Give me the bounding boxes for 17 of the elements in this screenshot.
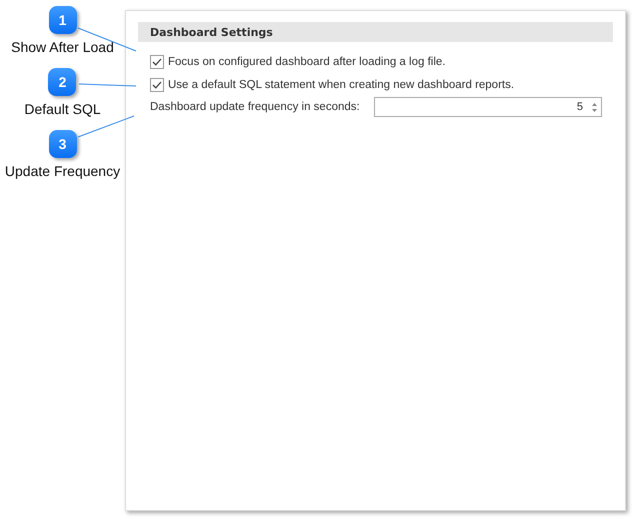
checkbox-label[interactable]: Use a default SQL statement when creating new dashboard reports. (168, 79, 514, 91)
checkbox-label[interactable]: Focus on configured dashboard after loading a log file. (168, 56, 446, 68)
callout-label: Update Frequency (4, 163, 120, 179)
frequency-label: Dashboard update frequency in seconds: (150, 101, 361, 113)
number-badge: 3 (48, 130, 76, 158)
frequency-spinner[interactable]: 5 (374, 97, 602, 117)
leader-line (78, 116, 134, 138)
leader-line (78, 84, 136, 86)
callout-label: Show After Load (11, 39, 114, 55)
callout-label: Default SQL (24, 101, 101, 117)
spin-arrows-icon[interactable] (591, 100, 598, 114)
checkbox[interactable] (150, 55, 164, 69)
section-title: Dashboard Settings (150, 26, 273, 38)
number-badge: 2 (48, 68, 76, 96)
number-badge: 1 (48, 6, 76, 34)
leader-line (78, 28, 136, 52)
checkbox[interactable] (150, 78, 164, 92)
